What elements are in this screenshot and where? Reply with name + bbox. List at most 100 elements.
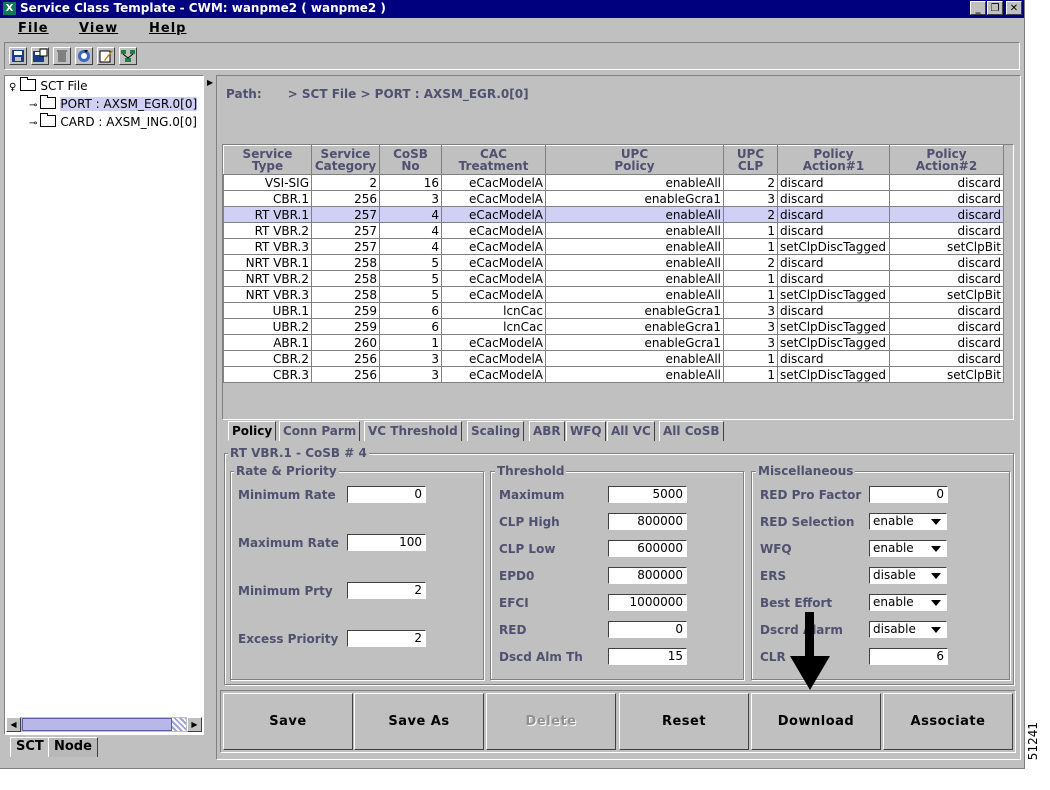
download-button[interactable]: Download bbox=[751, 693, 881, 750]
chevron-down-icon[interactable] bbox=[931, 546, 941, 552]
table-cell[interactable]: discard bbox=[889, 190, 1004, 207]
table-cell[interactable]: enableGcra1 bbox=[545, 302, 724, 319]
scroll-left-icon[interactable]: ◀ bbox=[6, 717, 21, 732]
misc-dropdown[interactable]: disable bbox=[869, 567, 947, 584]
table-cell[interactable]: discard bbox=[889, 222, 1004, 239]
table-cell[interactable]: 257 bbox=[311, 222, 380, 239]
table-cell[interactable]: discard bbox=[777, 254, 890, 271]
table-row[interactable]: CBR.2 256 3 eCacModelA enableAll 1 discard disc… bbox=[223, 350, 1004, 367]
table-cell[interactable]: eCacModelA bbox=[441, 206, 546, 223]
table-row[interactable]: RT VBR.1 257 4 eCacModelA enableAll 2 discard d… bbox=[223, 206, 1004, 223]
table-cell[interactable]: VSI-SIG bbox=[223, 174, 312, 191]
table-cell[interactable]: 2 bbox=[723, 174, 778, 191]
minimum-priority-field[interactable]: 2 bbox=[347, 582, 426, 599]
table-cell[interactable]: 4 bbox=[379, 238, 442, 255]
table-cell[interactable]: eCacModelA bbox=[441, 222, 546, 239]
maximize-button[interactable]: ❐ bbox=[987, 1, 1003, 15]
table-cell[interactable]: setClpDiscTagged bbox=[777, 286, 890, 303]
scroll-right-icon[interactable]: ▶ bbox=[187, 717, 202, 732]
save-as-icon[interactable] bbox=[31, 47, 49, 65]
table-row[interactable]: ABR.1 260 1 eCacModelA enableGcra1 3 setClpDis… bbox=[223, 334, 1004, 351]
tree-root[interactable]: ♀ SCT File bbox=[9, 77, 88, 93]
table-cell[interactable]: 258 bbox=[311, 254, 380, 271]
table-cell[interactable]: 4 bbox=[379, 206, 442, 223]
table-cell[interactable]: discard bbox=[889, 318, 1004, 335]
table-cell[interactable]: discard bbox=[777, 190, 890, 207]
table-cell[interactable]: 6 bbox=[379, 318, 442, 335]
save-icon[interactable] bbox=[9, 47, 27, 65]
threshold-field[interactable]: 0 bbox=[608, 621, 687, 638]
tab-abr[interactable]: ABR bbox=[529, 421, 565, 441]
table-cell[interactable]: 260 bbox=[311, 334, 380, 351]
menu-help[interactable]: Help bbox=[149, 21, 186, 36]
splitter-arrow-icon[interactable]: ▶ bbox=[207, 78, 213, 87]
table-cell[interactable]: eCacModelA bbox=[441, 238, 546, 255]
table-cell[interactable]: discard bbox=[777, 350, 890, 367]
tab-all-vc[interactable]: All VC bbox=[607, 421, 655, 441]
table-cell[interactable]: RT VBR.2 bbox=[223, 222, 312, 239]
threshold-field[interactable]: 800000 bbox=[608, 513, 687, 530]
network-icon[interactable] bbox=[119, 47, 137, 65]
table-cell[interactable]: enableGcra1 bbox=[545, 190, 724, 207]
close-button[interactable]: ✕ bbox=[1006, 1, 1022, 15]
table-row[interactable]: VSI-SIG 2 16 eCacModelA enableAll 2 discard dis… bbox=[223, 174, 1004, 191]
misc-dropdown[interactable]: disable bbox=[869, 621, 947, 638]
table-cell[interactable]: 3 bbox=[723, 190, 778, 207]
table-cell[interactable]: enableAll bbox=[545, 366, 724, 383]
table-cell[interactable]: 16 bbox=[379, 174, 442, 191]
menu-view[interactable]: View bbox=[79, 21, 118, 36]
tree-item-card[interactable]: ⊸ CARD : AXSM_ING.0[0] bbox=[29, 113, 197, 129]
table-cell[interactable]: eCacModelA bbox=[441, 190, 546, 207]
table-cell[interactable]: ABR.1 bbox=[223, 334, 312, 351]
table-cell[interactable]: setClpDiscTagged bbox=[777, 318, 890, 335]
table-row[interactable]: UBR.1 259 6 lcnCac enableGcra1 3 discard discar… bbox=[223, 302, 1004, 319]
reset-button[interactable]: Reset bbox=[619, 693, 749, 750]
table-cell[interactable]: 1 bbox=[723, 238, 778, 255]
tab-wfq[interactable]: WFQ bbox=[566, 421, 606, 441]
scroll-thumb[interactable] bbox=[22, 718, 172, 731]
table-cell[interactable]: enableAll bbox=[545, 174, 724, 191]
menu-file[interactable]: File bbox=[18, 21, 49, 36]
table-cell[interactable]: 258 bbox=[311, 270, 380, 287]
delete-button[interactable]: Delete bbox=[486, 693, 616, 750]
table-cell[interactable]: setClpBit bbox=[889, 366, 1004, 383]
table-cell[interactable]: enableAll bbox=[545, 350, 724, 367]
table-cell[interactable]: 1 bbox=[723, 286, 778, 303]
table-cell[interactable]: discard bbox=[889, 270, 1004, 287]
minimum-rate-field[interactable]: 0 bbox=[347, 486, 426, 503]
table-cell[interactable]: enableAll bbox=[545, 222, 724, 239]
table-cell[interactable]: discard bbox=[777, 302, 890, 319]
table-cell[interactable]: enableAll bbox=[545, 206, 724, 223]
table-cell[interactable]: 2 bbox=[723, 206, 778, 223]
table-cell[interactable]: lcnCac bbox=[441, 318, 546, 335]
excess-priority-field[interactable]: 2 bbox=[347, 630, 426, 647]
tab-vc-threshold[interactable]: VC Threshold bbox=[364, 421, 462, 441]
associate-button[interactable]: Associate bbox=[883, 693, 1013, 750]
table-cell[interactable]: setClpDiscTagged bbox=[777, 238, 890, 255]
table-cell[interactable]: setClpDiscTagged bbox=[777, 334, 890, 351]
table-cell[interactable]: 1 bbox=[723, 366, 778, 383]
chevron-down-icon[interactable] bbox=[931, 627, 941, 633]
column-header[interactable]: Service Category bbox=[311, 145, 380, 175]
tab-policy[interactable]: Policy bbox=[228, 421, 277, 441]
save-as-button[interactable]: Save As bbox=[354, 693, 484, 750]
table-cell[interactable]: discard bbox=[777, 206, 890, 223]
table-cell[interactable]: discard bbox=[889, 174, 1004, 191]
table-cell[interactable]: eCacModelA bbox=[441, 254, 546, 271]
table-cell[interactable]: enableAll bbox=[545, 254, 724, 271]
table-cell[interactable]: NRT VBR.1 bbox=[223, 254, 312, 271]
table-cell[interactable]: 3 bbox=[723, 334, 778, 351]
table-cell[interactable]: UBR.2 bbox=[223, 318, 312, 335]
table-cell[interactable]: 1 bbox=[723, 222, 778, 239]
splitter[interactable]: ▶ bbox=[205, 75, 214, 735]
edit-icon[interactable] bbox=[97, 47, 115, 65]
column-header[interactable]: CoSB No bbox=[379, 145, 442, 175]
table-cell[interactable]: 259 bbox=[311, 318, 380, 335]
chevron-down-icon[interactable] bbox=[931, 519, 941, 525]
misc-field[interactable]: 0 bbox=[869, 486, 948, 503]
column-header[interactable]: Policy Action#2 bbox=[889, 145, 1004, 175]
table-cell[interactable]: enableAll bbox=[545, 270, 724, 287]
table-cell[interactable]: eCacModelA bbox=[441, 174, 546, 191]
table-cell[interactable]: 3 bbox=[723, 302, 778, 319]
table-cell[interactable]: discard bbox=[777, 222, 890, 239]
